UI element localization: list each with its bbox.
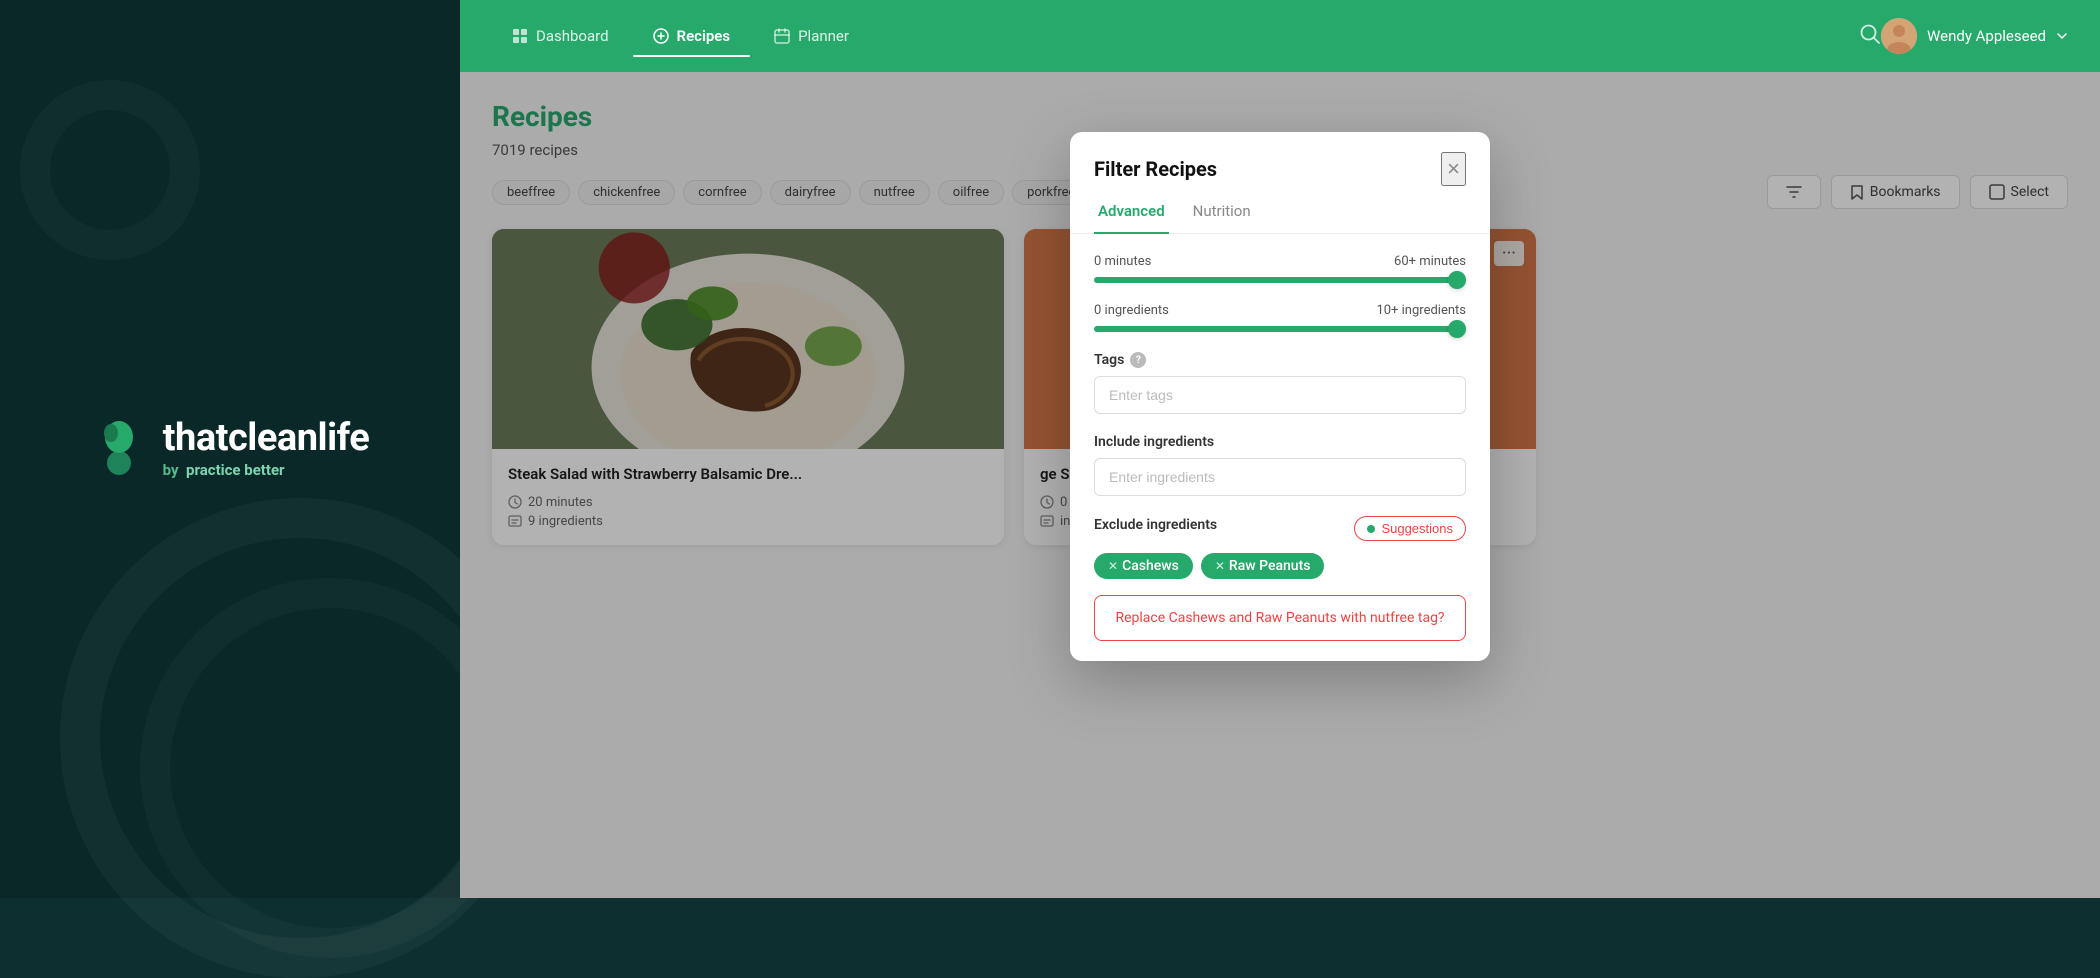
nav-tabs: Dashboard Recipes Planner <box>492 19 1835 53</box>
calendar-icon <box>774 28 790 44</box>
brand-icon <box>91 421 147 477</box>
nav-tab-planner[interactable]: Planner <box>754 19 869 53</box>
recipe-icon <box>653 28 669 44</box>
brand-name: thatcleanlife <box>163 419 370 457</box>
excluded-tags: ✕ Cashews ✕ Raw Peanuts <box>1094 553 1466 579</box>
suggestions-dot <box>1367 525 1375 533</box>
brand-sidebar: thatcleanlife by practice better <box>0 0 460 898</box>
modal-header: Filter Recipes × <box>1070 132 1490 186</box>
exclude-ingredients-label: Exclude ingredients <box>1094 517 1217 533</box>
brand-sub: by practice better <box>163 461 370 479</box>
remove-raw-peanuts-icon[interactable]: ✕ <box>1215 559 1225 573</box>
app-area: Dashboard Recipes Planner <box>460 0 2100 898</box>
content-area: Recipes 7019 recipes beeffree chickenfre… <box>460 72 2100 898</box>
ingredients-range-labels: 0 ingredients 10+ ingredients <box>1094 303 1466 318</box>
modal-tab-advanced[interactable]: Advanced <box>1094 190 1169 234</box>
filter-modal: Filter Recipes × Advanced Nutrition 0 mi… <box>1070 132 1490 661</box>
ingredients-max-label: 10+ ingredients <box>1376 303 1466 318</box>
ingredients-min-label: 0 ingredients <box>1094 303 1169 318</box>
time-range-section: 0 minutes 60+ minutes <box>1094 254 1466 283</box>
time-range-fill <box>1094 277 1466 283</box>
grid-icon <box>512 28 528 44</box>
excluded-tag-raw-peanuts[interactable]: ✕ Raw Peanuts <box>1201 553 1325 579</box>
ingredients-range-track[interactable] <box>1094 326 1466 332</box>
time-range-track[interactable] <box>1094 277 1466 283</box>
ingredients-range-thumb[interactable] <box>1448 320 1466 338</box>
modal-body: 0 minutes 60+ minutes 0 ingredients <box>1070 234 1490 661</box>
time-max-label: 60+ minutes <box>1394 254 1466 269</box>
ingredients-range-section: 0 ingredients 10+ ingredients <box>1094 303 1466 332</box>
exclude-header: Exclude ingredients Suggestions <box>1094 516 1466 541</box>
search-button[interactable] <box>1859 23 1881 50</box>
excluded-tag-cashews[interactable]: ✕ Cashews <box>1094 553 1193 579</box>
chevron-down-icon <box>2056 30 2068 42</box>
top-nav: Dashboard Recipes Planner <box>460 0 2100 72</box>
search-icon <box>1859 23 1881 45</box>
time-min-label: 0 minutes <box>1094 254 1151 269</box>
tags-label: Tags ? <box>1094 352 1466 368</box>
ingredients-range-fill <box>1094 326 1466 332</box>
modal-tab-nutrition[interactable]: Nutrition <box>1189 190 1255 234</box>
nav-tab-dashboard[interactable]: Dashboard <box>492 19 629 53</box>
modal-tabs: Advanced Nutrition <box>1070 190 1490 234</box>
time-range-thumb[interactable] <box>1448 271 1466 289</box>
nav-tab-recipes[interactable]: Recipes <box>633 19 751 53</box>
suggestion-banner[interactable]: Replace Cashews and Raw Peanuts with nut… <box>1094 595 1466 641</box>
suggestions-button[interactable]: Suggestions <box>1354 516 1466 541</box>
tags-input[interactable] <box>1094 376 1466 414</box>
include-ingredients-input[interactable] <box>1094 458 1466 496</box>
tags-help-icon[interactable]: ? <box>1130 352 1146 368</box>
modal-overlay: Filter Recipes × Advanced Nutrition 0 mi… <box>460 72 2100 898</box>
brand-text: thatcleanlife by practice better <box>163 419 370 479</box>
modal-close-button[interactable]: × <box>1441 152 1466 186</box>
remove-cashews-icon[interactable]: ✕ <box>1108 559 1118 573</box>
include-ingredients-label: Include ingredients <box>1094 434 1466 450</box>
avatar <box>1881 18 1917 54</box>
time-range-labels: 0 minutes 60+ minutes <box>1094 254 1466 269</box>
brand-logo: thatcleanlife by practice better <box>91 419 370 479</box>
user-menu[interactable]: Wendy Appleseed <box>1881 18 2068 54</box>
avatar-image <box>1881 18 1917 54</box>
modal-title: Filter Recipes <box>1094 157 1217 181</box>
